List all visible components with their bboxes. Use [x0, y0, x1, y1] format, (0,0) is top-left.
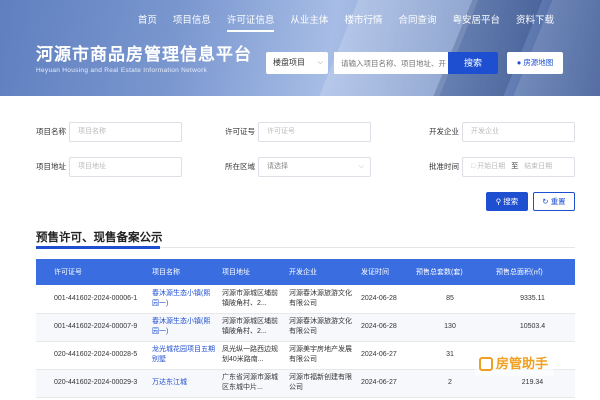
- cell-units: 85: [410, 285, 490, 314]
- calendar-icon: □: [471, 163, 476, 170]
- cell-units: 130: [410, 313, 490, 342]
- nav-licenses[interactable]: 许可证信息: [219, 13, 283, 32]
- section-title: 预售许可、现售备案公示: [36, 232, 163, 244]
- map-pin-icon: ●: [516, 58, 522, 67]
- map-button[interactable]: ● 房源地图: [507, 52, 563, 74]
- table-row[interactable]: 001-441602-2024-00006-1 春沐源生态小镇(熙园一) 河源市…: [36, 285, 575, 314]
- cell-area: 10503.4: [490, 313, 575, 342]
- col-units: 预售总套数(套): [410, 259, 490, 285]
- col-developer: 开发企业: [283, 259, 355, 285]
- chevron-down-icon: ⌵: [358, 163, 364, 170]
- cell-developer: 河源市福新创建有限公司: [283, 369, 355, 398]
- top-nav: 首页 项目信息 许可证信息 从业主体 楼市行情 合同查询 粤安居平台 资料下载: [130, 13, 562, 32]
- license-no-placeholder: 许可证号: [267, 128, 295, 135]
- date-separator: 至: [511, 163, 519, 170]
- address-label: 项目地址: [36, 162, 66, 171]
- cell-project-name[interactable]: 龙光城花园项目五期别墅: [146, 341, 216, 370]
- address-placeholder: 项目地址: [78, 163, 106, 170]
- cell-address: 河源市源城区埔前镇陂角村、2...: [216, 313, 283, 342]
- col-project-name: 项目名称: [146, 259, 216, 285]
- search-icon: ⚲: [495, 197, 502, 206]
- cell-developer: 河源春沐源旅游文化有限公司: [283, 285, 355, 314]
- cell-developer: 河源美宇房地产发展有限公司: [283, 341, 355, 370]
- col-issue-date: 发证时间: [355, 259, 410, 285]
- cell-project-name[interactable]: 春沐源生态小镇(熙园一): [146, 285, 216, 314]
- nav-yuean[interactable]: 粤安居平台: [444, 13, 508, 29]
- developer-placeholder: 开发企业: [471, 128, 499, 135]
- search-type-select[interactable]: 楼盘项目 ⌵: [266, 52, 328, 74]
- developer-input[interactable]: 开发企业: [462, 122, 575, 142]
- cell-developer: 河源春沐源旅游文化有限公司: [283, 313, 355, 342]
- cell-address: 凤光纵一路西边规划40米路南...: [216, 341, 283, 370]
- region-label: 所在区域: [225, 162, 255, 171]
- cell-license-no: 001-441602-2024-00007-9: [36, 313, 146, 342]
- table-row[interactable]: 001-441602-2024-00007-9 春沐源生态小镇(熙园一) 河源市…: [36, 313, 575, 342]
- refresh-icon: ↻: [542, 197, 549, 206]
- approval-label: 批准时间: [429, 162, 459, 171]
- site-title: 河源市商品房管理信息平台: [36, 45, 252, 64]
- region-placeholder: 请选择: [267, 163, 288, 170]
- nav-market[interactable]: 楼市行情: [336, 13, 390, 29]
- cell-address: 河源市源城区埔前镇陂角村、2...: [216, 285, 283, 314]
- approval-date-range[interactable]: □ 开始日期至结束日期: [462, 157, 575, 177]
- chevron-down-icon: ⌵: [317, 59, 323, 66]
- cell-license-no: 020-441602-2024-00029-3: [36, 369, 146, 398]
- section-title-underline: [36, 246, 160, 249]
- license-no-label: 许可证号: [225, 127, 255, 136]
- reset-button-label: 重置: [550, 197, 566, 206]
- cell-issue-date: 2024-06-27: [355, 369, 410, 398]
- query-button[interactable]: ⚲ 搜索: [486, 192, 528, 211]
- map-button-label: 房源地图: [523, 58, 554, 67]
- project-name-input[interactable]: 项目名称: [69, 122, 182, 142]
- approval-start-date: 开始日期: [477, 163, 506, 170]
- cell-license-no: 001-441602-2024-00006-1: [36, 285, 146, 314]
- cell-area: 9335.11: [490, 285, 575, 314]
- cell-issue-date: 2024-06-28: [355, 313, 410, 342]
- developer-label: 开发企业: [429, 127, 459, 136]
- watermark-text: 房管助手: [496, 356, 549, 371]
- site-subtitle: Heyuan Housing and Real Estate Informati…: [36, 67, 208, 74]
- cell-issue-date: 2024-06-27: [355, 341, 410, 370]
- table-header-row: 许可证号 项目名称 项目地址 开发企业 发证时间 预售总套数(套) 预售总面积(…: [36, 259, 575, 285]
- project-name-placeholder: 项目名称: [78, 128, 106, 135]
- nav-entities[interactable]: 从业主体: [282, 13, 336, 29]
- nav-home[interactable]: 首页: [130, 13, 165, 29]
- project-name-label: 项目名称: [36, 127, 66, 136]
- nav-contracts[interactable]: 合同查询: [390, 13, 444, 29]
- address-input[interactable]: 项目地址: [69, 157, 182, 177]
- col-area: 预售总面积(㎡): [490, 259, 575, 285]
- watermark: 房管助手: [475, 352, 555, 376]
- header-banner: 首页 项目信息 许可证信息 从业主体 楼市行情 合同查询 粤安居平台 资料下载 …: [0, 0, 600, 96]
- search-button[interactable]: 搜索: [448, 52, 498, 74]
- search-type-value: 楼盘项目: [273, 58, 305, 67]
- approval-end-date: 结束日期: [524, 163, 553, 170]
- watermark-logo-icon: [479, 357, 493, 371]
- search-input[interactable]: [334, 52, 448, 74]
- nav-downloads[interactable]: 资料下载: [508, 13, 562, 29]
- cell-address: 广东省河源市源城区东城中片...: [216, 369, 283, 398]
- license-no-input[interactable]: 许可证号: [258, 122, 371, 142]
- col-license-no: 许可证号: [36, 259, 146, 285]
- cell-project-name[interactable]: 春沐源生态小镇(熙园一): [146, 313, 216, 342]
- reset-button[interactable]: ↻ 重置: [533, 192, 575, 211]
- region-select[interactable]: 请选择 ⌵: [258, 157, 371, 177]
- query-button-label: 搜索: [503, 197, 519, 206]
- cell-project-name[interactable]: 万达东江城: [146, 369, 216, 398]
- cell-issue-date: 2024-06-28: [355, 285, 410, 314]
- cell-license-no: 020-441602-2024-00028-5: [36, 341, 146, 370]
- nav-projects[interactable]: 项目信息: [165, 13, 219, 29]
- license-table: 许可证号 项目名称 项目地址 开发企业 发证时间 预售总套数(套) 预售总面积(…: [36, 259, 575, 398]
- col-address: 项目地址: [216, 259, 283, 285]
